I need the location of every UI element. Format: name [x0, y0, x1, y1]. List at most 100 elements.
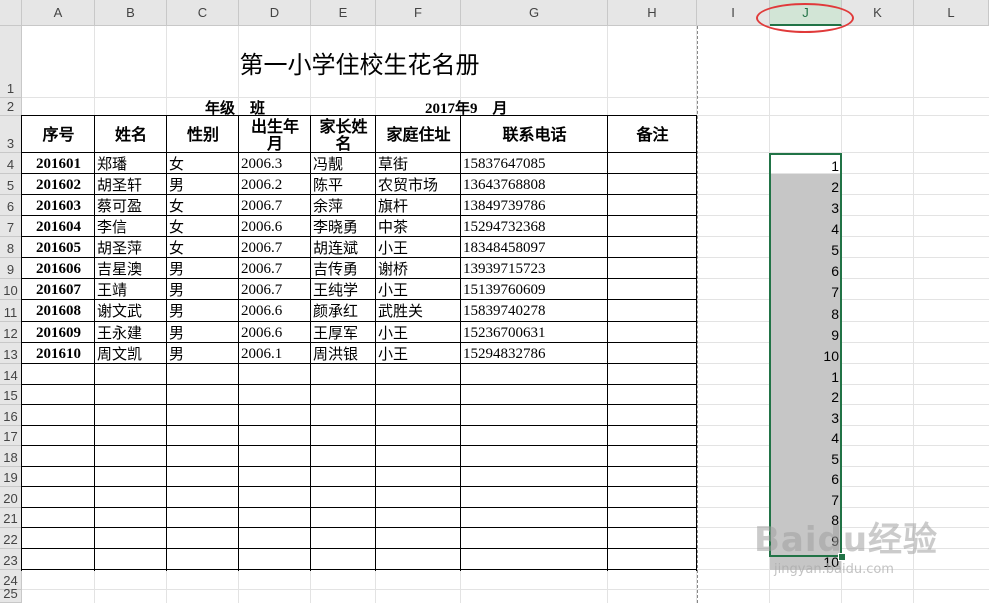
row-header-23[interactable]: 23	[0, 549, 22, 570]
phone-cell[interactable]: 13939715723	[461, 258, 608, 279]
parent-name-cell[interactable]: 颜承红	[311, 300, 376, 322]
header-0[interactable]: 序号	[22, 116, 95, 153]
student-name-cell[interactable]: 胡圣轩	[95, 174, 167, 195]
gender-cell[interactable]: 女	[167, 237, 239, 258]
student-id-cell[interactable]: 201607	[22, 279, 95, 300]
birth-month-cell[interactable]: 2006.6	[239, 216, 311, 237]
student-id-cell[interactable]: 201601	[22, 153, 95, 174]
home-address-cell[interactable]: 小王	[376, 237, 461, 258]
row-header-22[interactable]: 22	[0, 528, 22, 549]
select-all-corner[interactable]	[0, 0, 22, 26]
birth-month-cell[interactable]: 2006.7	[239, 258, 311, 279]
row-header-9[interactable]: 9	[0, 258, 22, 279]
phone-cell[interactable]: 15294832786	[461, 343, 608, 364]
remarks-cell[interactable]	[608, 258, 697, 279]
home-address-cell[interactable]: 小王	[376, 322, 461, 343]
header-5[interactable]: 家庭住址	[376, 116, 461, 153]
column-header-k[interactable]: K	[842, 0, 914, 26]
birth-month-cell[interactable]: 2006.1	[239, 343, 311, 364]
row-header-2[interactable]: 2	[0, 98, 22, 116]
row-header-7[interactable]: 7	[0, 216, 22, 237]
remarks-cell[interactable]	[608, 216, 697, 237]
home-address-cell[interactable]: 小王	[376, 279, 461, 300]
parent-name-cell[interactable]: 冯靓	[311, 153, 376, 174]
header-3[interactable]: 出生年月	[239, 116, 311, 153]
home-address-cell[interactable]: 武胜关	[376, 300, 461, 322]
column-header-e[interactable]: E	[311, 0, 376, 26]
student-id-cell[interactable]: 201605	[22, 237, 95, 258]
phone-cell[interactable]: 15236700631	[461, 322, 608, 343]
row-header-8[interactable]: 8	[0, 237, 22, 258]
row-header-20[interactable]: 20	[0, 487, 22, 508]
parent-name-cell[interactable]: 王纯学	[311, 279, 376, 300]
column-header-d[interactable]: D	[239, 0, 311, 26]
student-name-cell[interactable]: 王永建	[95, 322, 167, 343]
student-id-cell[interactable]: 201604	[22, 216, 95, 237]
row-header-11[interactable]: 11	[0, 300, 22, 322]
gender-cell[interactable]: 女	[167, 153, 239, 174]
row-header-19[interactable]: 19	[0, 467, 22, 487]
header-6[interactable]: 联系电话	[461, 116, 608, 153]
header-2[interactable]: 性别	[167, 116, 239, 153]
phone-cell[interactable]: 13849739786	[461, 195, 608, 216]
home-address-cell[interactable]: 草街	[376, 153, 461, 174]
student-name-cell[interactable]: 李信	[95, 216, 167, 237]
remarks-cell[interactable]	[608, 237, 697, 258]
phone-cell[interactable]: 15839740278	[461, 300, 608, 322]
row-header-3[interactable]: 3	[0, 116, 22, 153]
column-header-l[interactable]: L	[914, 0, 989, 26]
row-header-5[interactable]: 5	[0, 174, 22, 195]
parent-name-cell[interactable]: 胡连斌	[311, 237, 376, 258]
gender-cell[interactable]: 女	[167, 195, 239, 216]
row-header-17[interactable]: 17	[0, 426, 22, 446]
birth-month-cell[interactable]: 2006.7	[239, 237, 311, 258]
phone-cell[interactable]: 15837647085	[461, 153, 608, 174]
birth-month-cell[interactable]: 2006.2	[239, 174, 311, 195]
spreadsheet[interactable]: A B C D E F G H I J K L 1 2 3 4 5 6 7 8 9 10 11 12 13 14 15 16 17 18 1…	[0, 0, 989, 603]
column-header-a[interactable]: A	[22, 0, 95, 26]
student-id-cell[interactable]: 201606	[22, 258, 95, 279]
birth-month-cell[interactable]: 2006.6	[239, 322, 311, 343]
row-header-4[interactable]: 4	[0, 153, 22, 174]
parent-name-cell[interactable]: 吉传勇	[311, 258, 376, 279]
header-1[interactable]: 姓名	[95, 116, 167, 153]
row-header-1[interactable]: 1	[0, 26, 22, 98]
phone-cell[interactable]: 13643768808	[461, 174, 608, 195]
row-header-14[interactable]: 14	[0, 364, 22, 385]
phone-cell[interactable]: 15294732368	[461, 216, 608, 237]
home-address-cell[interactable]: 谢桥	[376, 258, 461, 279]
birth-month-cell[interactable]: 2006.3	[239, 153, 311, 174]
home-address-cell[interactable]: 中茶	[376, 216, 461, 237]
student-name-cell[interactable]: 王靖	[95, 279, 167, 300]
column-header-g[interactable]: G	[461, 0, 608, 26]
row-header-12[interactable]: 12	[0, 322, 22, 343]
row-header-15[interactable]: 15	[0, 385, 22, 405]
gender-cell[interactable]: 男	[167, 279, 239, 300]
parent-name-cell[interactable]: 余萍	[311, 195, 376, 216]
row-header-13[interactable]: 13	[0, 343, 22, 364]
student-name-cell[interactable]: 谢文武	[95, 300, 167, 322]
student-id-cell[interactable]: 201602	[22, 174, 95, 195]
student-name-cell[interactable]: 胡圣萍	[95, 237, 167, 258]
header-7[interactable]: 备注	[608, 116, 697, 153]
phone-cell[interactable]: 18348458097	[461, 237, 608, 258]
remarks-cell[interactable]	[608, 153, 697, 174]
student-name-cell[interactable]: 蔡可盈	[95, 195, 167, 216]
student-name-cell[interactable]: 吉星澳	[95, 258, 167, 279]
birth-month-cell[interactable]: 2006.7	[239, 279, 311, 300]
birth-month-cell[interactable]: 2006.6	[239, 300, 311, 322]
row-header-21[interactable]: 21	[0, 508, 22, 528]
remarks-cell[interactable]	[608, 343, 697, 364]
gender-cell[interactable]: 男	[167, 258, 239, 279]
student-id-cell[interactable]: 201608	[22, 300, 95, 322]
parent-name-cell[interactable]: 陈平	[311, 174, 376, 195]
remarks-cell[interactable]	[608, 279, 697, 300]
remarks-cell[interactable]	[608, 322, 697, 343]
row-header-6[interactable]: 6	[0, 195, 22, 216]
gender-cell[interactable]: 女	[167, 216, 239, 237]
row-header-16[interactable]: 16	[0, 405, 22, 426]
birth-month-cell[interactable]: 2006.7	[239, 195, 311, 216]
parent-name-cell[interactable]: 李晓勇	[311, 216, 376, 237]
student-name-cell[interactable]: 郑璠	[95, 153, 167, 174]
parent-name-cell[interactable]: 周洪银	[311, 343, 376, 364]
